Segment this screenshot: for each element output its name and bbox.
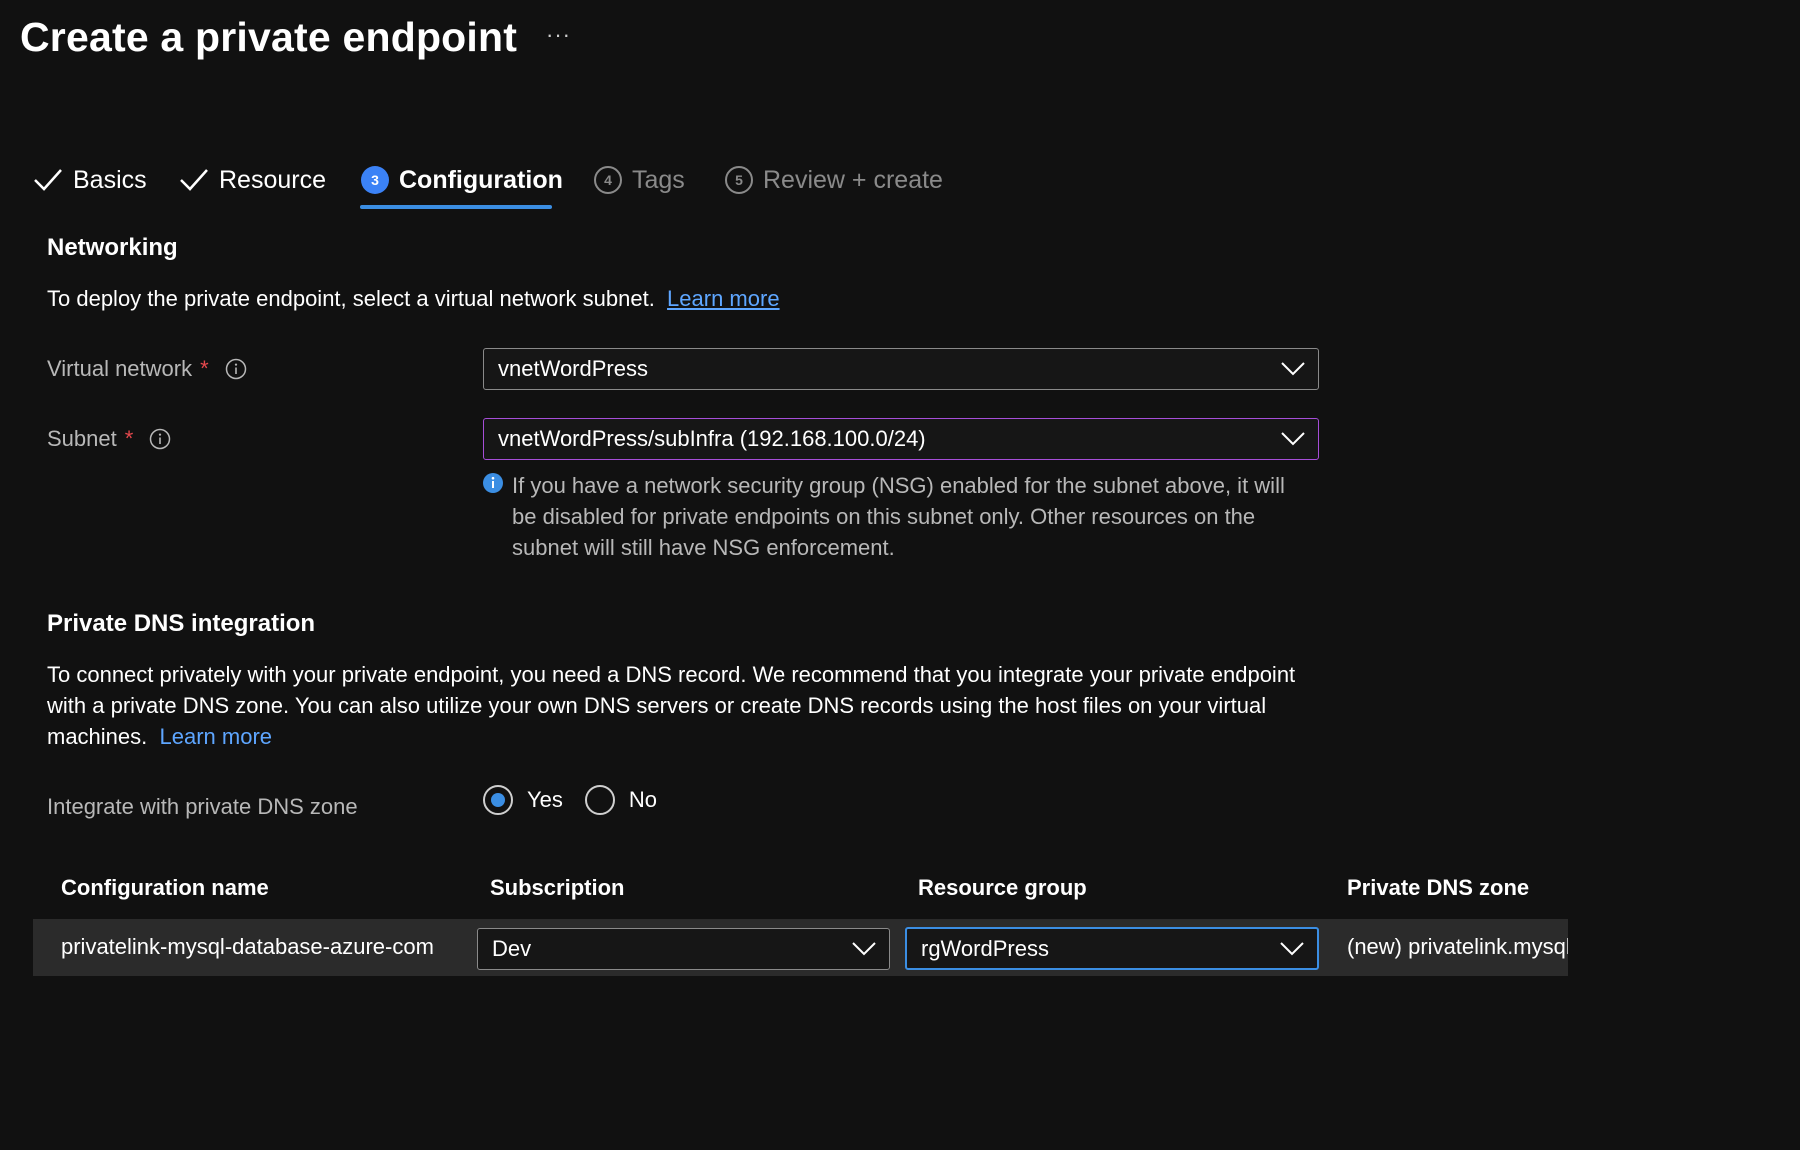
resource-group-dropdown[interactable]: rgWordPress — [905, 927, 1319, 970]
column-header-subscription: Subscription — [490, 875, 625, 900]
chevron-down-icon — [1280, 941, 1304, 955]
step-number-badge: 3 — [361, 166, 389, 194]
learn-more-link[interactable]: Learn more — [160, 724, 273, 749]
subscription-dropdown[interactable]: Dev — [477, 928, 890, 970]
radio-selected-dot — [491, 793, 505, 807]
info-icon[interactable] — [149, 428, 171, 450]
checkmark-icon — [180, 169, 208, 191]
tab-review-create-label: Review + create — [763, 165, 943, 194]
radio-yes-label[interactable]: Yes — [527, 787, 563, 813]
chevron-down-icon — [1281, 432, 1305, 446]
active-tab-indicator — [360, 205, 552, 209]
virtual-network-value: vnetWordPress — [498, 356, 648, 381]
tab-tags[interactable]: 4 Tags — [594, 160, 685, 200]
step-number-badge: 4 — [594, 166, 622, 194]
nsg-info-text: If you have a network security group (NS… — [512, 473, 1285, 560]
tab-resource[interactable]: Resource — [179, 160, 326, 200]
radio-yes[interactable] — [483, 785, 513, 815]
column-header-private-dns-zone: Private DNS zone — [1347, 875, 1530, 900]
private-dns-zone-cell: (new) privatelink.mysql.database.azure.c… — [1347, 934, 1568, 959]
page-title: Create a private endpoint — [20, 14, 518, 60]
networking-heading: Networking — [47, 234, 178, 261]
page: Create a private endpoint ··· Basics Res… — [0, 0, 1568, 1002]
subnet-dropdown[interactable]: vnetWordPress/subInfra (192.168.100.0/24… — [483, 418, 1319, 460]
subscription-value: Dev — [492, 936, 532, 961]
subnet-value: vnetWordPress/subInfra (192.168.100.0/24… — [498, 426, 926, 451]
more-options-button[interactable]: ··· — [546, 22, 571, 48]
virtual-network-dropdown[interactable]: vnetWordPress — [483, 348, 1319, 390]
chevron-down-icon — [1281, 362, 1305, 376]
radio-no[interactable] — [584, 785, 615, 815]
tab-review-create[interactable]: 5 Review + create — [725, 160, 943, 200]
learn-more-link[interactable]: Learn more — [667, 286, 780, 311]
networking-description: To deploy the private endpoint, select a… — [47, 283, 780, 314]
tab-configuration[interactable]: 3 Configuration — [361, 160, 563, 200]
tab-tags-label: Tags — [632, 165, 685, 194]
info-icon[interactable] — [225, 358, 247, 380]
dns-description: To connect privately with your private e… — [47, 659, 1337, 752]
checkmark-icon — [34, 169, 62, 191]
virtual-network-label: Virtual network * — [47, 356, 247, 382]
tab-configuration-label: Configuration — [399, 165, 563, 194]
subnet-label-text: Subnet — [47, 426, 117, 451]
tab-resource-label: Resource — [219, 165, 326, 194]
integrate-dns-label: Integrate with private DNS zone — [47, 794, 358, 820]
required-marker: * — [200, 356, 209, 381]
dns-heading: Private DNS integration — [47, 610, 316, 637]
tab-basics[interactable]: Basics — [33, 160, 147, 200]
integrate-dns-label-text: Integrate with private DNS zone — [47, 794, 358, 819]
virtual-network-label-text: Virtual network — [47, 356, 193, 381]
radio-no-label[interactable]: No — [629, 787, 657, 813]
column-header-configuration-name: Configuration name — [61, 875, 269, 900]
column-header-resource-group: Resource group — [918, 875, 1087, 900]
configuration-name-cell: privatelink-mysql-database-azure-com — [61, 934, 434, 959]
networking-description-text: To deploy the private endpoint, select a… — [47, 286, 655, 311]
chevron-down-icon — [852, 942, 876, 956]
tab-basics-label: Basics — [73, 165, 147, 194]
required-marker: * — [124, 426, 134, 451]
resource-group-value: rgWordPress — [921, 935, 1049, 961]
subnet-label: Subnet * — [47, 426, 171, 452]
integrate-dns-radio-group: Yes No — [483, 785, 679, 815]
step-number-badge: 5 — [725, 166, 753, 194]
info-filled-icon — [483, 473, 503, 493]
